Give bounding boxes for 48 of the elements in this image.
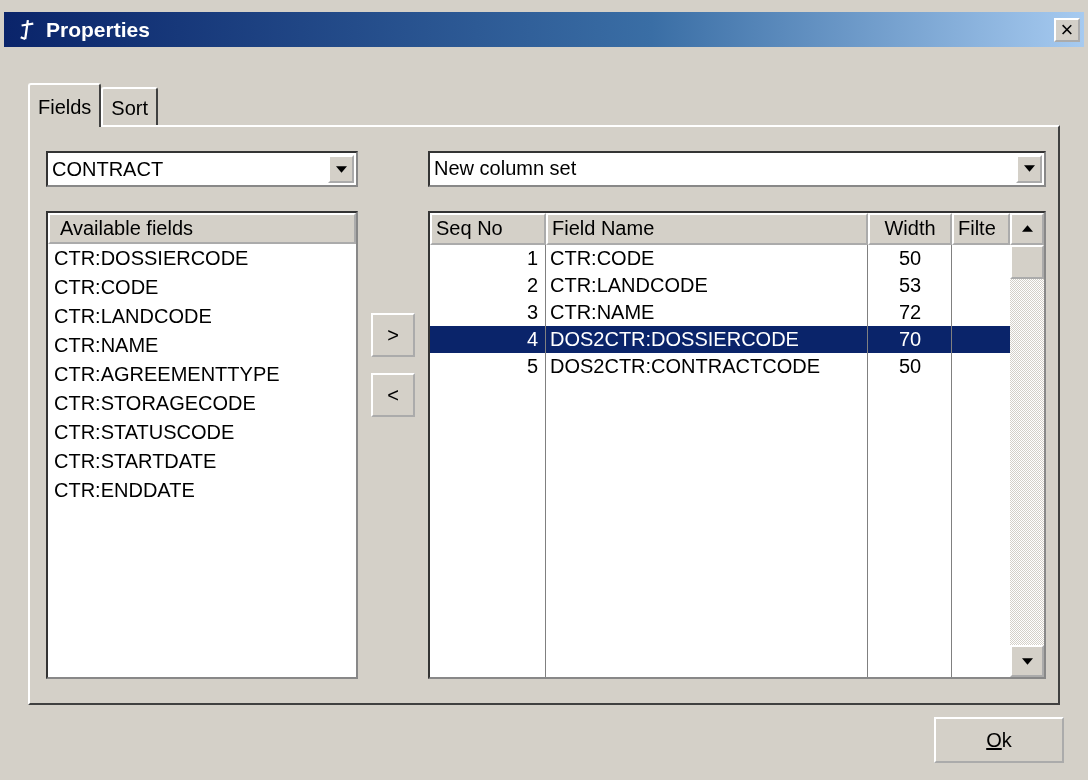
table-cell-text: 50: [897, 354, 923, 378]
table-cell-text: CTR:NAME: [549, 300, 656, 324]
table-cell-text: 2: [525, 273, 539, 297]
column-header[interactable]: Seq No: [430, 212, 546, 245]
table-cell-text: 1: [525, 246, 539, 270]
list-item[interactable]: CTR:ENDDATE: [48, 476, 357, 505]
scroll-down-icon[interactable]: [1010, 645, 1044, 677]
table-row[interactable]: 2 CTR:LANDCODE 53: [430, 271, 1010, 299]
list-item[interactable]: CTR:DOSSIERCODE: [48, 244, 357, 273]
column-header[interactable]: Field Name: [546, 212, 868, 245]
tab[interactable]: Sort: [101, 87, 159, 125]
ok-button[interactable]: Ok: [934, 717, 1064, 763]
table-cell-text: 72: [897, 300, 923, 324]
table-row[interactable]: 5 DOS2CTR:CONTRACTCODE 50: [430, 352, 1010, 380]
table-row[interactable]: 3 CTR:NAME 72: [430, 298, 1010, 326]
list-item[interactable]: CTR:NAME: [48, 331, 357, 360]
column-set-dropdown[interactable]: New column set: [428, 151, 1046, 187]
column-header[interactable]: Width: [868, 212, 952, 245]
table-cell-text: DOS2CTR:CONTRACTCODE: [549, 354, 821, 378]
vertical-scrollbar[interactable]: [1010, 212, 1044, 677]
table-cell-text: CTR:LANDCODE: [549, 273, 709, 297]
table-cell-text: 3: [525, 300, 539, 324]
scroll-up-icon[interactable]: [1010, 212, 1044, 245]
table-cell-text: 50: [897, 246, 923, 270]
list-item[interactable]: CTR:LANDCODE: [48, 302, 357, 331]
table-cell-text: 5: [525, 354, 539, 378]
list-item[interactable]: CTR:STATUSCODE: [48, 418, 357, 447]
column-header[interactable]: Filte: [952, 212, 1010, 245]
list-item[interactable]: CTR:STORAGECODE: [48, 389, 357, 418]
list-item[interactable]: CTR:CODE: [48, 273, 357, 302]
app-icon: [18, 18, 36, 41]
table-row[interactable]: 1 CTR:CODE 50: [430, 244, 1010, 272]
close-button[interactable]: ×: [1054, 17, 1080, 42]
table-row[interactable]: 4 DOS2CTR:DOSSIERCODE 70: [430, 325, 1010, 353]
column-header[interactable]: Available fields: [48, 213, 357, 244]
table-cell-text: DOS2CTR:DOSSIERCODE: [549, 327, 800, 351]
table-cell-text: CTR:CODE: [549, 246, 656, 270]
table-cell-text: 4: [525, 327, 539, 351]
move-button[interactable]: >: [371, 313, 416, 357]
table-cell-text: 53: [897, 273, 923, 297]
table-cell-text: 70: [897, 327, 923, 351]
list-item[interactable]: CTR:STARTDATE: [48, 447, 357, 476]
move-button[interactable]: <: [371, 373, 416, 417]
table-dropdown[interactable]: CONTRACT: [46, 151, 359, 187]
window-title: Properties: [46, 17, 151, 42]
list-item[interactable]: CTR:AGREEMENTTYPE: [48, 360, 357, 389]
tab[interactable]: Fields: [28, 83, 102, 127]
scroll-thumb[interactable]: [1010, 244, 1044, 279]
